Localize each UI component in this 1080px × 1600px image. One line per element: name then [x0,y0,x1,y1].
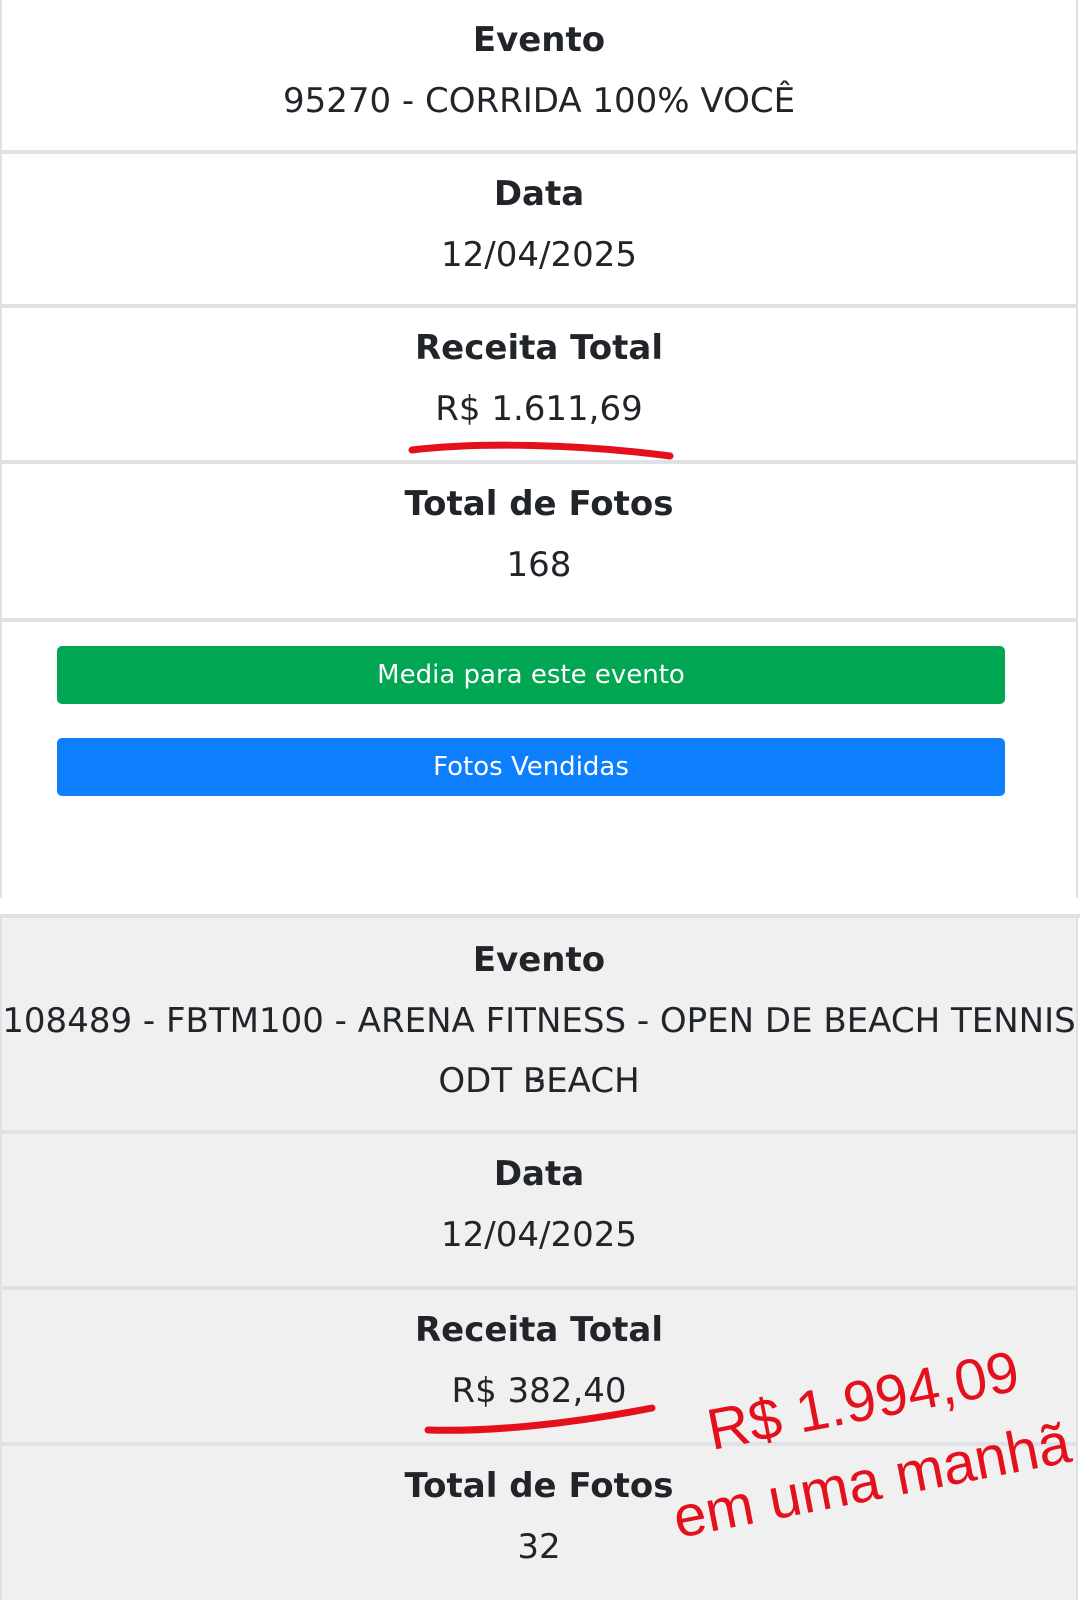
photos-value: 168 [506,545,572,585]
date-value: 12/04/2025 [441,1215,637,1255]
photos-cell: Total de Fotos 168 [2,464,1076,622]
event-value-line-2: ODT BEACH [438,1061,640,1101]
event-cell: Evento 95270 - CORRIDA 100% VOCÊ [2,0,1076,154]
revenue-cell: Receita Total R$ 1.611,69 [2,308,1076,464]
event-cell: Evento 108489 - FBTM100 - ARENA FITNESS … [2,918,1076,1134]
date-cell: Data 12/04/2025 [2,154,1076,308]
event-value: 95270 - CORRIDA 100% VOCÊ [282,81,796,121]
sold-photos-button[interactable]: Fotos Vendidas [57,738,1005,796]
date-value: 12/04/2025 [441,235,637,275]
media-event-button[interactable]: Media para este evento [57,646,1005,704]
event-label: Evento [472,20,606,60]
date-label: Data [493,174,585,214]
revenue-label: Receita Total [414,328,664,368]
date-label: Data [493,1154,585,1194]
event-label: Evento [472,940,606,980]
event-card-1: Evento 95270 - CORRIDA 100% VOCÊ Data 12… [0,0,1078,898]
photos-label: Total de Fotos [404,484,674,524]
date-cell: Data 12/04/2025 [2,1134,1076,1290]
photos-value: 32 [517,1527,561,1567]
revenue-value: R$ 1.611,69 [435,389,643,429]
revenue-label: Receita Total [414,1310,664,1350]
